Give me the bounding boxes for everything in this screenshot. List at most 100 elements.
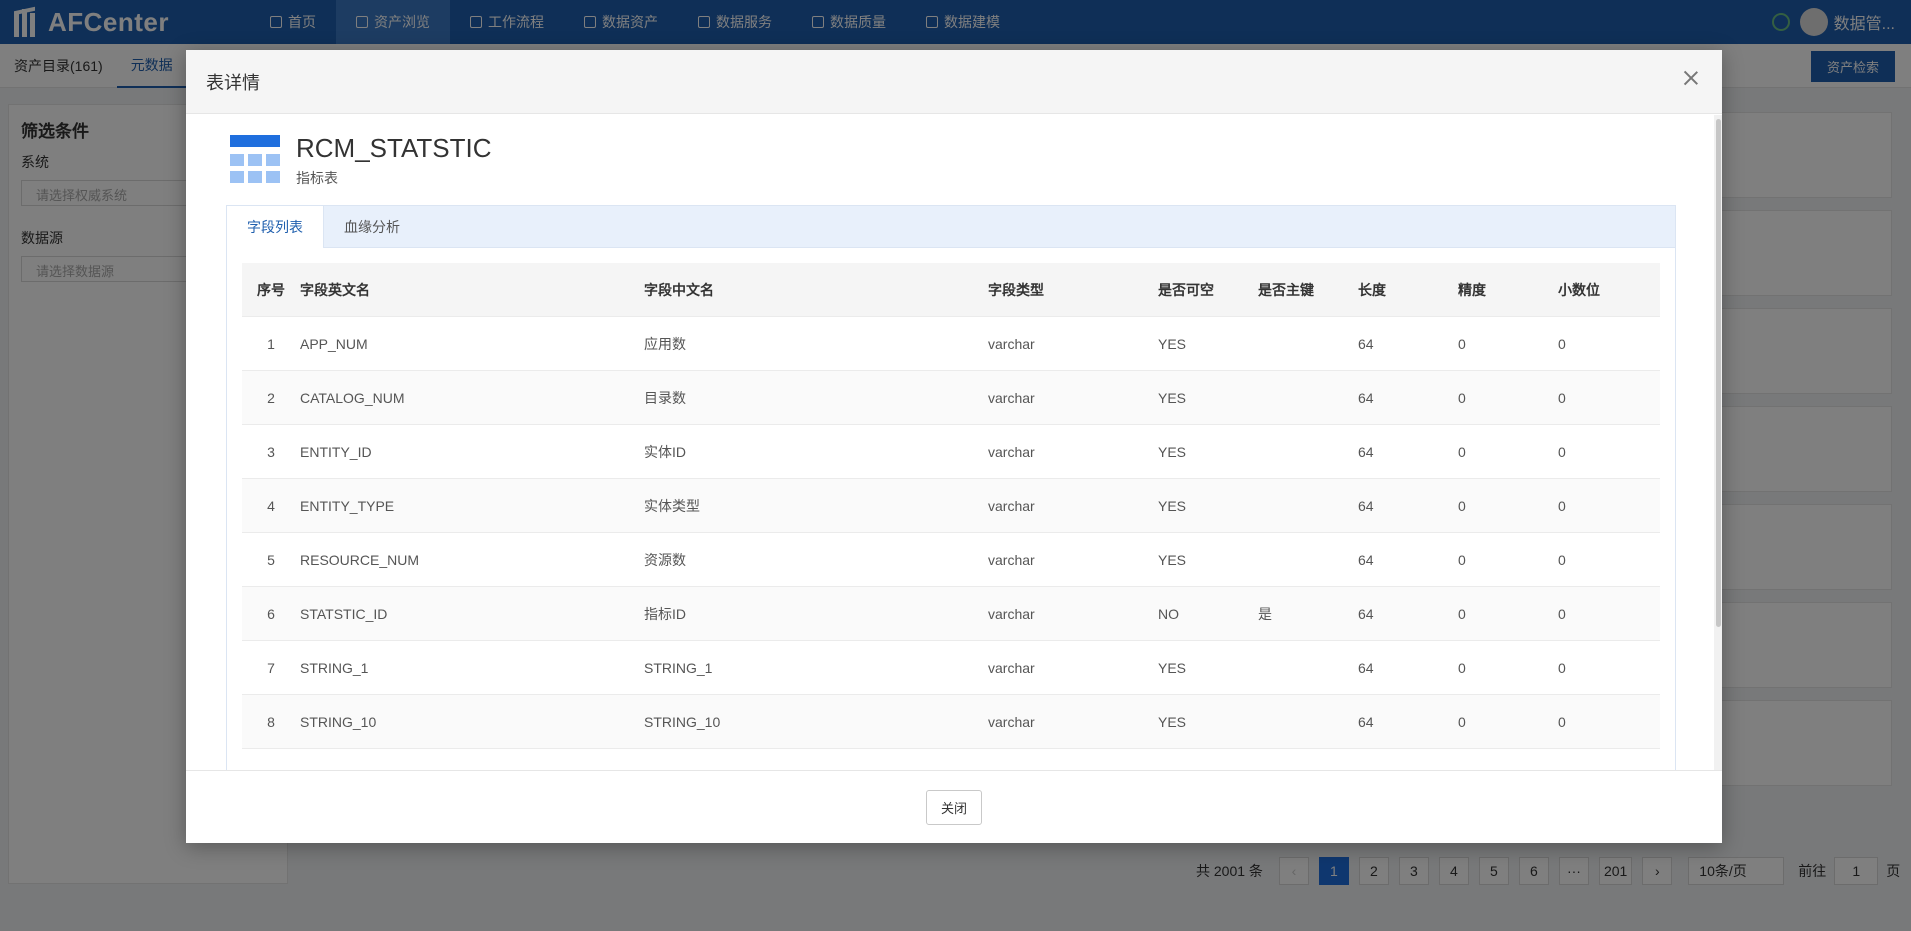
table-row[interactable]: 1 APP_NUM 应用数 varchar YES 64 0 0 (242, 317, 1660, 371)
table-body: 1 APP_NUM 应用数 varchar YES 64 0 0 2 CATALOG_NUM 目录数… (242, 317, 1660, 770)
dialog-footer: 关闭 (186, 770, 1722, 843)
table-icon (230, 135, 280, 185)
cell-nullable: YES (1158, 497, 1187, 514)
cell-english-name: STRING_1 (300, 659, 369, 676)
cell-field-type: varchar (988, 713, 1035, 730)
cell-index: 8 (267, 713, 275, 730)
cell-scale: 0 (1558, 659, 1566, 676)
table-row[interactable]: 6 STATSTIC_ID 指标ID varchar NO 是 64 0 0 (242, 587, 1660, 641)
entity-header: RCM_STATSTIC 指标表 (230, 132, 491, 188)
cell-nullable: NO (1158, 605, 1179, 622)
cell-precision: 0 (1458, 443, 1466, 460)
scrollbar-thumb[interactable] (1716, 119, 1721, 627)
cell-index: 2 (267, 389, 275, 406)
table-row[interactable]: 8 STRING_10 STRING_10 varchar YES 64 0 0 (242, 695, 1660, 749)
cell-chinese-name: 实体类型 (644, 497, 700, 514)
cell-chinese-name: 目录数 (644, 389, 686, 406)
col-english-name: 字段英文名 (300, 281, 370, 298)
dialog-title: 表详情 (206, 72, 260, 93)
cell-primary-key: 是 (1258, 605, 1272, 622)
cell-english-name: APP_NUM (300, 335, 368, 352)
cell-field-type: varchar (988, 389, 1035, 406)
cell-english-name: RESOURCE_NUM (300, 551, 420, 568)
table-row[interactable]: 2 CATALOG_NUM 目录数 varchar YES 64 0 0 (242, 371, 1660, 425)
cell-length: 64 (1358, 335, 1374, 352)
cell-index: 1 (267, 335, 275, 352)
cell-nullable: YES (1158, 659, 1187, 676)
cell-chinese-name: STRING_1 (644, 659, 713, 676)
cell-precision: 0 (1458, 551, 1466, 568)
cell-length: 64 (1358, 659, 1374, 676)
cell-length: 64 (1358, 389, 1374, 406)
cell-field-type: varchar (988, 659, 1035, 676)
cell-chinese-name: 资源数 (644, 551, 686, 568)
table-row[interactable]: 3 ENTITY_ID 实体ID varchar YES 64 0 0 (242, 425, 1660, 479)
cell-scale: 0 (1558, 713, 1566, 730)
table-row[interactable]: 5 RESOURCE_NUM 资源数 varchar YES 64 0 0 (242, 533, 1660, 587)
tab-lineage-analysis[interactable]: 血缘分析 (324, 206, 420, 247)
field-table: 序号 字段英文名 字段中文名 字段类型 是否可空 是否主键 长度 精度 小数位 … (242, 263, 1660, 770)
dialog-header: 表详情 (186, 50, 1722, 114)
cell-index: 6 (267, 605, 275, 622)
tab-field-list[interactable]: 字段列表 (227, 206, 324, 248)
cell-length: 64 (1358, 605, 1374, 622)
cell-nullable: YES (1158, 443, 1187, 460)
cell-nullable: YES (1158, 335, 1187, 352)
col-nullable: 是否可空 (1158, 281, 1214, 298)
table-row[interactable]: 9STRING_11STRING_11varcharYES6400 (242, 749, 1660, 771)
cell-index: 7 (267, 659, 275, 676)
cell-nullable: YES (1158, 389, 1187, 406)
cell-field-type: varchar (988, 443, 1035, 460)
cell-nullable: YES (1158, 551, 1187, 568)
cell-english-name: STRING_10 (300, 713, 377, 730)
cell-field-type: varchar (988, 335, 1035, 352)
cell-chinese-name: STRING_10 (644, 713, 721, 730)
cell-length: 64 (1358, 443, 1374, 460)
cell-precision: 0 (1458, 713, 1466, 730)
col-scale: 小数位 (1558, 281, 1600, 298)
table-detail-dialog: 表详情 RCM_STATSTIC 指标表 字段列表 血缘分析 序号 字段英文名 … (186, 50, 1722, 843)
table-row[interactable]: 4 ENTITY_TYPE 实体类型 varchar YES 64 0 0 (242, 479, 1660, 533)
cell-chinese-name: 应用数 (644, 335, 686, 352)
dialog-scrollbar[interactable] (1714, 115, 1722, 770)
dialog-body: RCM_STATSTIC 指标表 字段列表 血缘分析 序号 字段英文名 字段中文… (186, 115, 1722, 770)
col-length: 长度 (1358, 281, 1386, 298)
tabs-bar: 字段列表 血缘分析 (227, 206, 1675, 248)
cell-index: 4 (267, 497, 275, 514)
detail-tabs: 字段列表 血缘分析 序号 字段英文名 字段中文名 字段类型 是否可空 是否主键 … (226, 205, 1676, 770)
cell-precision: 0 (1458, 605, 1466, 622)
col-chinese-name: 字段中文名 (644, 281, 714, 298)
cell-precision: 0 (1458, 335, 1466, 352)
cell-precision: 0 (1458, 389, 1466, 406)
entity-type: 指标表 (296, 170, 338, 186)
entity-name: RCM_STATSTIC (296, 133, 492, 163)
cell-index: 5 (267, 551, 275, 568)
cell-index: 3 (267, 443, 275, 460)
table-row[interactable]: 7 STRING_1 STRING_1 varchar YES 64 0 0 (242, 641, 1660, 695)
cell-scale: 0 (1558, 605, 1566, 622)
cell-english-name: CATALOG_NUM (300, 389, 405, 406)
cell-field-type: varchar (988, 605, 1035, 622)
cell-field-type: varchar (988, 551, 1035, 568)
cell-length: 64 (1358, 497, 1374, 514)
cell-scale: 0 (1558, 551, 1566, 568)
cell-chinese-name: 指标ID (644, 605, 686, 622)
cell-field-type: varchar (988, 497, 1035, 514)
col-index: 序号 (257, 281, 285, 298)
cell-length: 64 (1358, 551, 1374, 568)
cell-english-name: ENTITY_TYPE (300, 497, 395, 514)
col-precision: 精度 (1458, 281, 1486, 298)
cell-nullable: YES (1158, 713, 1187, 730)
cell-precision: 0 (1458, 497, 1466, 514)
cell-length: 64 (1358, 713, 1374, 730)
cell-english-name: ENTITY_ID (300, 443, 372, 460)
close-icon[interactable] (1680, 67, 1702, 89)
cell-scale: 0 (1558, 389, 1566, 406)
cell-english-name: STATSTIC_ID (300, 605, 388, 622)
cell-scale: 0 (1558, 443, 1566, 460)
cell-scale: 0 (1558, 335, 1566, 352)
close-button[interactable]: 关闭 (925, 789, 982, 825)
cell-chinese-name: 实体ID (644, 443, 686, 460)
col-primary-key: 是否主键 (1258, 281, 1314, 298)
cell-scale: 0 (1558, 497, 1566, 514)
